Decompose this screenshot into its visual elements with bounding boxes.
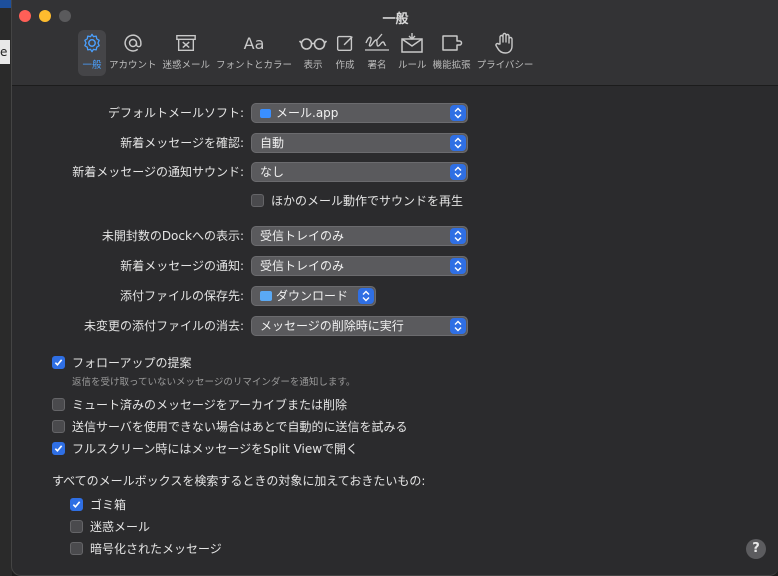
checkbox-label: フルスクリーン時にはメッセージをSplit Viewで開く [72,442,359,456]
new-notify-label: 新着メッセージの通知: [120,259,244,273]
tab-composing[interactable]: 作成 [331,30,359,76]
tab-label: プライバシー [476,60,534,71]
chevron-updown-icon [450,135,466,151]
mail-app-icon [260,109,271,118]
tab-label: 作成 [335,60,355,71]
font-icon: Aa [244,34,265,53]
search-junk-row[interactable]: 迷惑メール [70,518,150,535]
hand-icon [495,32,513,54]
send-later-row[interactable]: 送信サーバを使用できない場合はあとで自動的に送信を試みる [52,418,408,435]
checkbox-label: 迷惑メール [90,520,151,534]
muted-row[interactable]: ミュート済みのメッセージをアーカイブまたは削除 [52,396,347,413]
muted-checkbox[interactable] [52,398,65,411]
split-view-checkbox[interactable] [52,442,65,455]
popup-value: 受信トレイのみ [260,229,345,243]
popup-value: なし [260,165,285,179]
tab-signatures[interactable]: 署名 [359,30,395,76]
chevron-updown-icon [450,228,466,244]
checkmark-icon [54,445,63,453]
chevron-updown-icon [450,164,466,180]
tab-label: 一般 [82,60,102,71]
preferences-window: 一般 一般 アカウント 迷惑メール Aa フォントとカラー 表示 作成 署名 ル… [11,0,778,576]
popup-value: メッセージの削除時に実行 [260,319,404,333]
search-encrypted-checkbox[interactable] [70,542,83,555]
search-section-heading: すべてのメールボックスを検索するときの対象に加えておきたいもの: [52,474,426,488]
window-title: 一般 [382,12,409,27]
preferences-toolbar: 一般 アカウント 迷惑メール Aa フォントとカラー 表示 作成 署名 ルール … [78,30,536,78]
tab-fonts-colors[interactable]: Aa フォントとカラー [213,30,295,76]
background-text-field: e [0,40,10,64]
extension-icon [441,35,462,51]
search-trash-checkbox[interactable] [70,498,83,511]
chevron-updown-icon [358,288,374,304]
tab-general[interactable]: 一般 [78,30,106,76]
checkbox-label: 暗号化されたメッセージ [90,542,222,556]
checkbox-label: ゴミ箱 [90,498,127,512]
remove-unedited-label: 未変更の添付ファイルの消去: [83,319,244,333]
checkmark-icon [72,501,81,509]
tab-junk[interactable]: 迷惑メール [160,30,214,76]
new-notify-popup[interactable]: 受信トレイのみ [251,256,468,276]
checkbox-label: フォローアップの提案 [72,356,192,370]
checkbox-label: ミュート済みのメッセージをアーカイブまたは削除 [72,398,348,412]
followup-row[interactable]: フォローアップの提案 [52,354,192,371]
tab-label: 機能拡張 [432,60,471,71]
followup-checkbox[interactable] [52,356,65,369]
search-encrypted-row[interactable]: 暗号化されたメッセージ [70,540,222,557]
popup-value: メール.app [276,106,339,120]
new-sound-label: 新着メッセージの通知サウンド: [72,165,244,179]
popup-value: 自動 [260,136,285,150]
glasses-icon [298,38,328,50]
popup-value: ダウンロード [276,289,349,303]
gear-icon [84,33,100,53]
tab-label: 署名 [367,60,387,71]
download-folder-label: 添付ファイルの保存先: [119,289,244,303]
tab-label: 表示 [303,60,323,71]
tab-rules[interactable]: ルール [395,30,430,76]
default-mail-app-label: デフォルトメールソフト: [107,106,244,120]
help-button[interactable]: ? [746,539,766,559]
default-mail-app-popup[interactable]: メール.app [251,103,468,123]
search-junk-checkbox[interactable] [70,520,83,533]
play-sound-other-row[interactable]: ほかのメール動作でサウンドを再生 [251,192,463,209]
tab-label: ルール [398,60,427,71]
checkbox-label: ほかのメール動作でサウンドを再生 [271,194,464,208]
checkmark-icon [54,359,63,367]
check-new-label: 新着メッセージを確認: [120,136,244,150]
dock-unread-label: 未開封数のDockへの表示: [101,229,244,243]
chevron-updown-icon [450,105,466,121]
chevron-updown-icon [450,318,466,334]
search-trash-row[interactable]: ゴミ箱 [70,496,126,513]
tab-label: フォントとカラー [216,60,293,71]
tab-accounts[interactable]: アカウント [106,30,160,76]
checkbox-label: 送信サーバを使用できない場合はあとで自動的に送信を試みる [72,420,408,434]
folder-icon [260,291,272,301]
tab-extensions[interactable]: 機能拡張 [430,30,474,76]
split-view-row[interactable]: フルスクリーン時にはメッセージをSplit Viewで開く [52,440,358,457]
junk-icon [176,34,197,52]
play-sound-other-checkbox[interactable] [251,194,264,207]
download-folder-popup[interactable]: ダウンロード [251,286,376,306]
tab-privacy[interactable]: プライバシー [474,30,537,76]
dock-unread-popup[interactable]: 受信トレイのみ [251,226,468,246]
remove-unedited-popup[interactable]: メッセージの削除時に実行 [251,316,468,336]
send-later-checkbox[interactable] [52,420,65,433]
titlebar: 一般 一般 アカウント 迷惑メール Aa フォントとカラー 表示 作成 署名 ル… [12,0,778,86]
chevron-updown-icon [450,258,466,274]
signature-icon [365,33,390,51]
tab-label: アカウント [109,60,157,71]
compose-icon [337,35,353,52]
popup-value: 受信トレイのみ [260,259,345,273]
svg-text:Aa: Aa [244,34,265,53]
at-icon [124,34,142,52]
new-sound-popup[interactable]: なし [251,162,468,182]
check-new-popup[interactable]: 自動 [251,133,468,153]
rules-icon [401,33,424,53]
tab-viewing[interactable]: 表示 [295,30,331,76]
followup-note: 返信を受け取っていないメッセージのリマインダーを通知します。 [72,377,356,388]
tab-label: 迷惑メール [162,60,211,71]
